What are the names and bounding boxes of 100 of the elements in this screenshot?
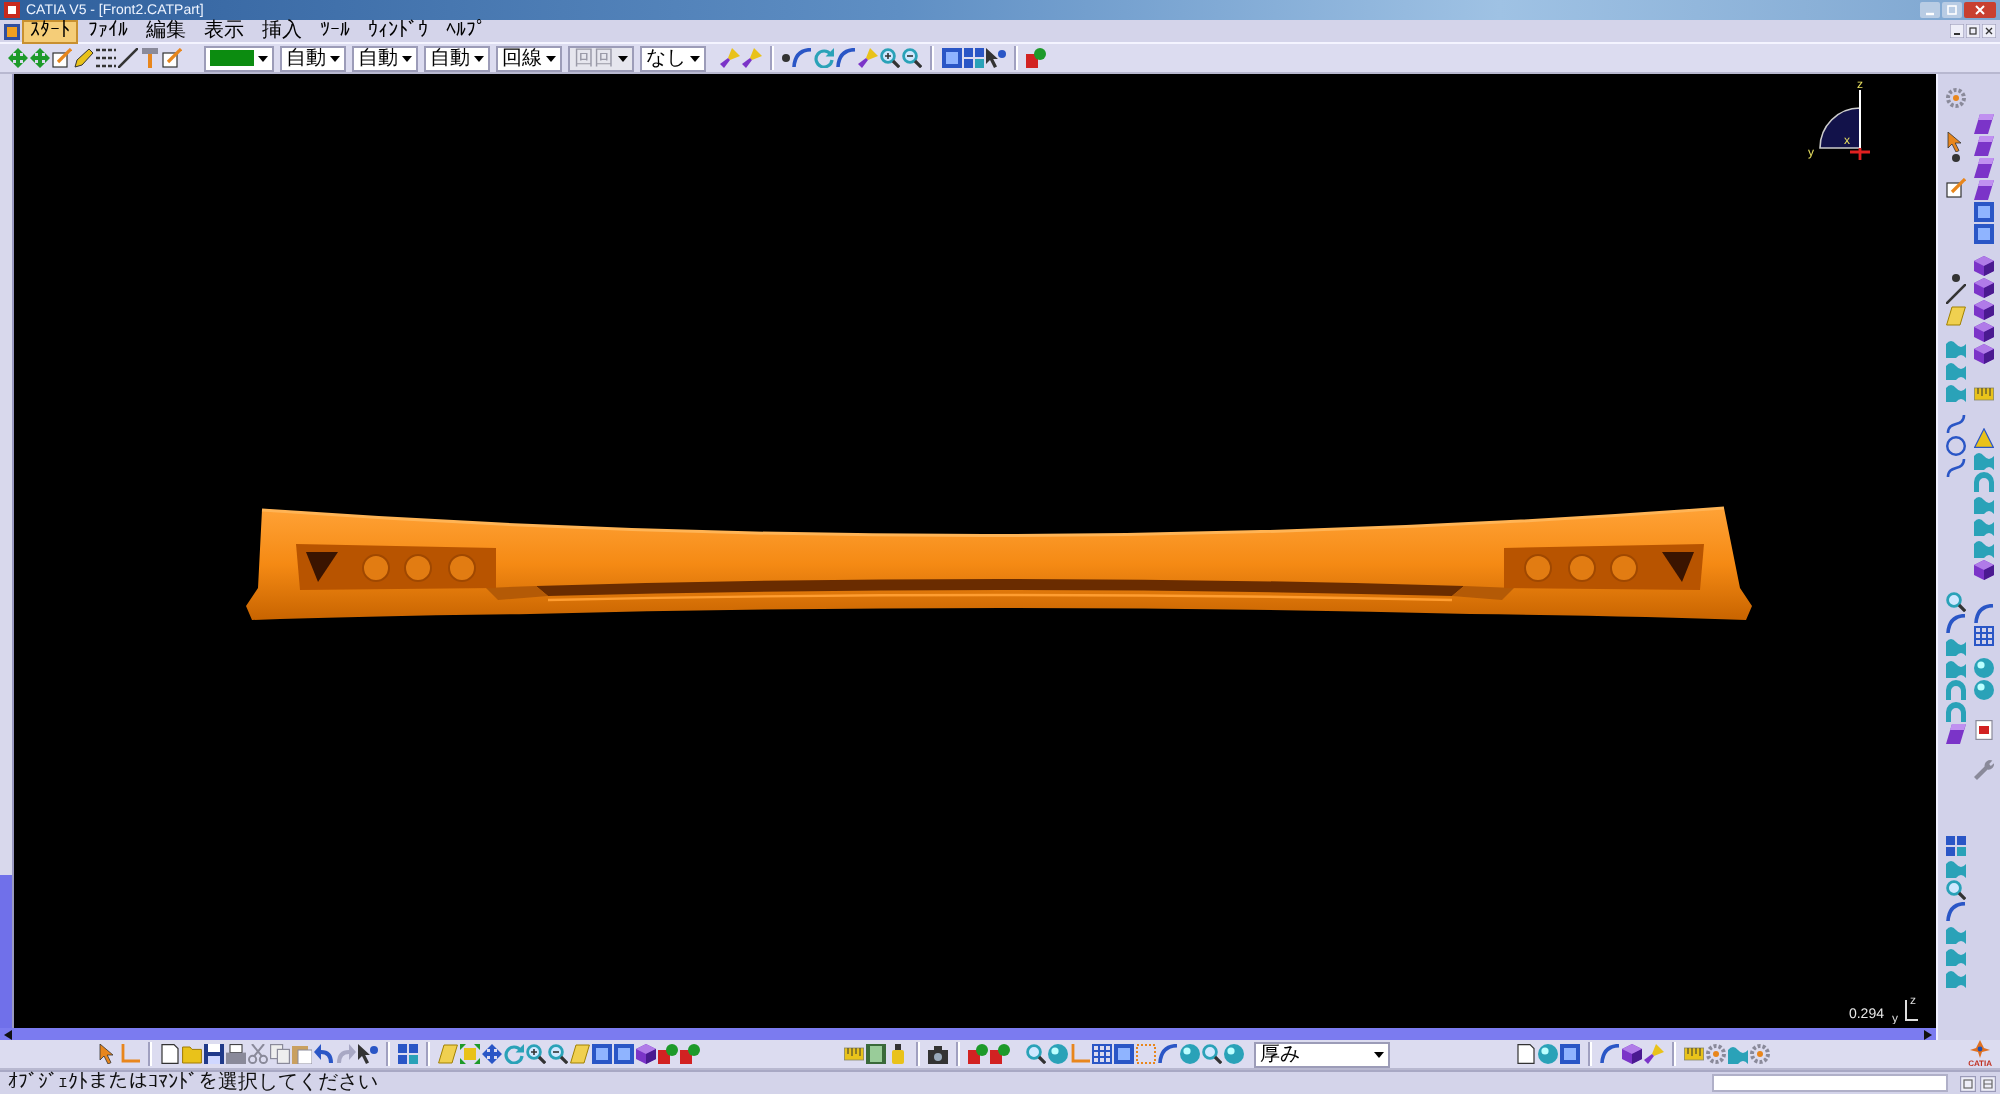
zoom-out-icon[interactable] [902,48,922,68]
triangle-icon[interactable] [1974,428,1994,448]
pencil-paper-icon[interactable] [1946,178,1966,198]
menu-item[interactable]: ﾍﾙﾌﾟ [438,19,494,43]
menu-item[interactable]: 編集 [138,19,194,43]
framed-square-icon[interactable] [1560,1044,1580,1064]
pencil-icon[interactable] [74,48,94,68]
printer-icon[interactable] [226,1044,246,1064]
menu-item[interactable]: 表示 [196,19,252,43]
grid-icon[interactable] [1092,1044,1112,1064]
wrench-icon[interactable] [1974,760,1994,780]
cursor-arrow-icon[interactable] [358,1044,378,1064]
document-icon[interactable] [4,23,20,39]
curve-icon[interactable] [792,48,812,68]
dropdown[interactable]: 厚み [1254,1041,1390,1067]
bottle-icon[interactable] [888,1044,908,1064]
cross-arrows-icon[interactable] [8,48,28,68]
sphere-icon[interactable] [1974,680,1994,700]
right-arrow-icon[interactable] [1924,1029,1932,1039]
cursor-arrow-icon[interactable] [98,1044,118,1064]
slab-icon[interactable] [1974,136,1994,156]
gear-icon[interactable] [1706,1044,1726,1064]
cross-arrows-icon[interactable] [482,1044,502,1064]
curve-icon[interactable] [1158,1044,1178,1064]
slab-icon[interactable] [1974,180,1994,200]
close-icon[interactable] [1982,24,1996,38]
left-arrow-icon[interactable] [4,1029,12,1039]
cube-icon[interactable] [1974,256,1994,276]
brush-icon[interactable] [720,48,740,68]
menu-item[interactable]: 挿入 [254,19,310,43]
cube-icon[interactable] [1974,322,1994,342]
brush-icon[interactable] [742,48,762,68]
line-icon[interactable] [1946,284,1966,304]
cube-icon[interactable] [1974,278,1994,298]
property-dropdown[interactable]: 回線 [496,45,562,71]
cursor-arrow-icon[interactable] [1946,132,1966,152]
menu-item[interactable]: ﾂｰﾙ [312,19,358,43]
gear-icon[interactable] [1946,88,1966,108]
curve-icon[interactable] [1946,902,1966,922]
shapes-icon[interactable] [990,1044,1010,1064]
magnifier-icon[interactable] [1202,1044,1222,1064]
zoom-out-icon[interactable] [548,1044,568,1064]
restore-icon[interactable] [1966,24,1980,38]
page-icon[interactable] [1516,1044,1536,1064]
tiles-icon[interactable] [1946,836,1966,856]
window-icon[interactable] [1960,1075,1976,1091]
cube-icon[interactable] [1974,344,1994,364]
compass-drawing[interactable] [1819,89,1872,162]
ruler-icon[interactable] [844,1044,864,1064]
cube-icon[interactable] [1974,560,1994,580]
tiles-icon[interactable] [398,1044,418,1064]
page-icon[interactable] [160,1044,180,1064]
slab-icon[interactable] [1974,114,1994,134]
shapes-icon[interactable] [968,1044,988,1064]
fit-all-icon[interactable] [460,1044,480,1064]
shapes-icon[interactable] [680,1044,700,1064]
dotted-square-icon[interactable] [1136,1044,1156,1064]
magnifier-icon[interactable] [1026,1044,1046,1064]
status-input-field[interactable] [1712,1074,1948,1092]
zoom-in-icon[interactable] [526,1044,546,1064]
magnifier-icon[interactable] [1946,880,1966,900]
shapes-icon[interactable] [1026,48,1046,68]
pencil-paper-icon[interactable] [162,48,182,68]
shapes-icon[interactable] [658,1044,678,1064]
book-icon[interactable] [866,1044,886,1064]
spline-icon[interactable] [1946,414,1966,434]
framed-square-icon[interactable] [1114,1044,1134,1064]
circle-icon[interactable] [1946,436,1966,456]
framed-square-icon[interactable] [592,1044,612,1064]
point-icon[interactable] [1952,274,1960,282]
point-icon[interactable] [782,54,790,62]
plane-icon[interactable] [438,1044,458,1064]
undo-icon[interactable] [314,1044,334,1064]
gear-icon[interactable] [1750,1044,1770,1064]
slab-icon[interactable] [1974,158,1994,178]
menu-item[interactable]: ｽﾀｰﾄ [22,19,78,43]
spline-icon[interactable] [1946,458,1966,478]
minimize-icon[interactable] [1950,24,1964,38]
close-icon[interactable] [1964,2,1996,18]
tiles-icon[interactable] [964,48,984,68]
ruler-icon[interactable] [1684,1044,1704,1064]
fill-color-dropdown[interactable] [204,45,274,71]
zoom-in-icon[interactable] [880,48,900,68]
sphere-icon[interactable] [1974,658,1994,678]
magnifier-icon[interactable] [1946,592,1966,612]
menu-item[interactable]: ﾌｧｲﾙ [80,19,136,43]
framed-square-icon[interactable] [942,48,962,68]
dashed-line-icon[interactable] [96,48,116,68]
sheet-icon[interactable] [1974,720,1994,740]
window-icon[interactable] [1980,1075,1996,1091]
pencil-paper-icon[interactable] [52,48,72,68]
point-icon[interactable] [1952,154,1960,162]
brush-icon[interactable] [1644,1044,1664,1064]
copy-icon[interactable] [270,1044,290,1064]
camera-icon[interactable] [928,1044,948,1064]
cube-icon[interactable] [636,1044,656,1064]
property-dropdown[interactable]: 自動 [352,45,418,71]
brush-icon[interactable] [858,48,878,68]
framed-square-icon[interactable] [1974,224,1994,244]
curve-icon[interactable] [836,48,856,68]
